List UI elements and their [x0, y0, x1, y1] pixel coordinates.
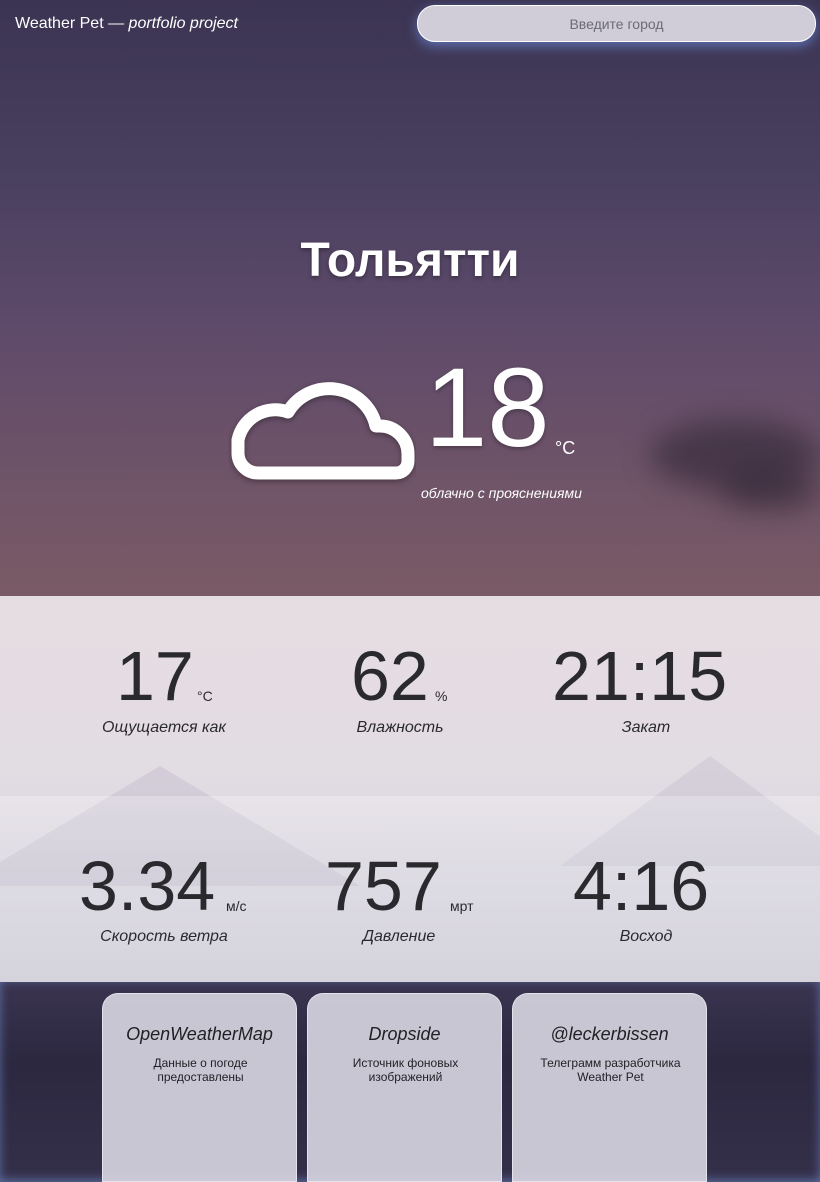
sky-background	[0, 0, 820, 596]
weather-description: облачно с прояснениями	[421, 485, 582, 501]
brand-name: Weather Pet	[15, 15, 104, 32]
sunrise-label: Восход	[619, 928, 673, 945]
card-text: Источник фоновых изображений	[352, 1056, 459, 1084]
humidity-value: 62	[351, 637, 429, 715]
brand: Weather Pet — portfolio project	[15, 15, 238, 33]
city-name: Тольятти	[300, 234, 520, 287]
credit-card-telegram[interactable]: @leckerbissen Телеграмм разработчика Wea…	[512, 993, 707, 1182]
card-text: Данные о погоде предоставлены	[153, 1056, 248, 1084]
pressure-value: 757	[325, 847, 442, 925]
cloud-icon	[231, 382, 415, 480]
card-title: @leckerbissen	[550, 1024, 669, 1044]
temperature-unit: °C	[555, 438, 576, 458]
credit-card-dropside[interactable]: Dropside Источник фоновых изображений	[307, 993, 502, 1182]
card-title: OpenWeatherMap	[126, 1024, 273, 1044]
feels-like-value: 17	[116, 637, 194, 715]
city-search-input[interactable]	[417, 5, 816, 42]
feels-like-unit: °C	[197, 688, 213, 704]
pressure-unit: мрт	[450, 898, 474, 914]
credit-card-openweathermap[interactable]: OpenWeatherMap Данные о погоде предостав…	[102, 993, 297, 1182]
brand-tagline: portfolio project	[128, 15, 238, 32]
current-temperature: 18	[425, 345, 550, 470]
humidity-unit: %	[435, 688, 448, 704]
humidity-label: Влажность	[356, 719, 444, 736]
card-title: Dropside	[368, 1024, 441, 1044]
pressure-label: Давление	[362, 928, 436, 945]
wind-speed-label: Скорость ветра	[100, 928, 228, 945]
sunrise-value: 4:16	[573, 847, 710, 925]
wind-speed-value: 3.34	[79, 847, 216, 925]
feels-like-label: Ощущается как	[102, 719, 226, 736]
card-text: Телеграмм разработчика Weather Pet	[540, 1056, 681, 1084]
brand-separator: —	[108, 15, 125, 32]
sunset-label: Закат	[621, 719, 671, 736]
dark-cloud-decoration	[720, 470, 820, 510]
sunset-value: 21:15	[552, 637, 728, 715]
wind-speed-unit: м/с	[226, 898, 247, 914]
